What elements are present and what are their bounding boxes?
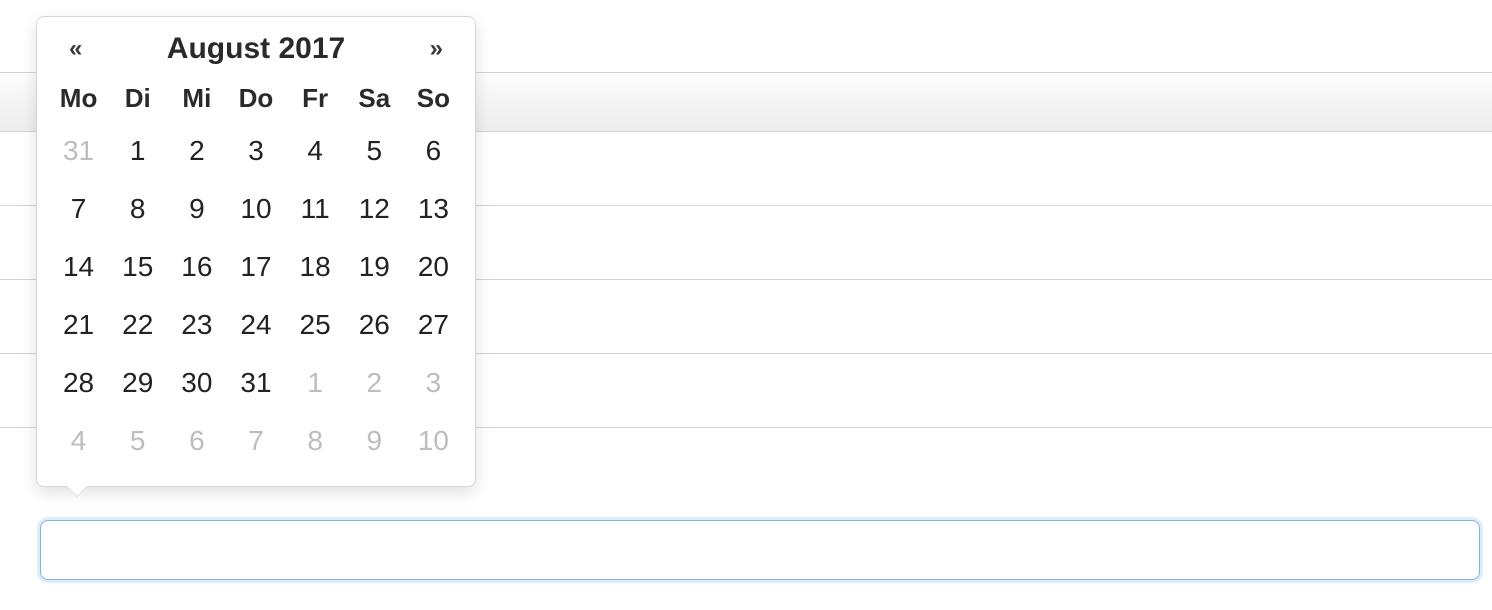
calendar-day[interactable]: 1 [108,122,167,180]
date-input[interactable] [40,520,1480,580]
calendar-day[interactable]: 10 [404,412,463,470]
calendar-day[interactable]: 24 [226,296,285,354]
weekday-header: Fr [286,73,345,122]
calendar-week: 28293031123 [49,354,463,412]
weekday-header: Di [108,73,167,122]
calendar-day[interactable]: 8 [108,180,167,238]
calendar-day[interactable]: 3 [404,354,463,412]
calendar-week: 78910111213 [49,180,463,238]
chevron-right-icon: » [430,35,443,62]
weekday-header: Do [226,73,285,122]
calendar-day[interactable]: 30 [167,354,226,412]
weekday-header: Mo [49,73,108,122]
calendar-day[interactable]: 7 [49,180,108,238]
datepicker-header: « August 2017 » [49,31,463,73]
calendar-day[interactable]: 22 [108,296,167,354]
calendar-day[interactable]: 26 [345,296,404,354]
calendar-day[interactable]: 6 [167,412,226,470]
calendar-day[interactable]: 12 [345,180,404,238]
calendar-day[interactable]: 4 [286,122,345,180]
calendar-grid: Mo Di Mi Do Fr Sa So 3112345678910111213… [49,73,463,470]
calendar-week: 45678910 [49,412,463,470]
calendar-day[interactable]: 5 [108,412,167,470]
calendar-day[interactable]: 7 [226,412,285,470]
prev-month-button[interactable]: « [59,31,92,67]
calendar-day[interactable]: 13 [404,180,463,238]
weekday-header: So [404,73,463,122]
calendar-day[interactable]: 31 [226,354,285,412]
calendar-day[interactable]: 16 [167,238,226,296]
calendar-day[interactable]: 20 [404,238,463,296]
calendar-day[interactable]: 9 [167,180,226,238]
calendar-day[interactable]: 27 [404,296,463,354]
next-month-button[interactable]: » [420,31,453,67]
calendar-day[interactable]: 6 [404,122,463,180]
calendar-week: 21222324252627 [49,296,463,354]
calendar-day[interactable]: 4 [49,412,108,470]
calendar-day[interactable]: 9 [345,412,404,470]
chevron-left-icon: « [69,35,82,62]
month-year-title[interactable]: August 2017 [92,32,419,66]
calendar-day[interactable]: 15 [108,238,167,296]
calendar-day[interactable]: 11 [286,180,345,238]
calendar-day[interactable]: 23 [167,296,226,354]
weekday-row: Mo Di Mi Do Fr Sa So [49,73,463,122]
calendar-day[interactable]: 14 [49,238,108,296]
calendar-week: 31123456 [49,122,463,180]
calendar-day[interactable]: 17 [226,238,285,296]
calendar-day[interactable]: 10 [226,180,285,238]
weekday-header: Sa [345,73,404,122]
calendar-day[interactable]: 5 [345,122,404,180]
calendar-day[interactable]: 19 [345,238,404,296]
calendar-day[interactable]: 18 [286,238,345,296]
calendar-day[interactable]: 8 [286,412,345,470]
calendar-day[interactable]: 2 [167,122,226,180]
calendar-day[interactable]: 21 [49,296,108,354]
calendar-day[interactable]: 31 [49,122,108,180]
calendar-day[interactable]: 3 [226,122,285,180]
datepicker-popover: « August 2017 » Mo Di Mi Do Fr Sa So 311… [36,16,476,487]
calendar-day[interactable]: 2 [345,354,404,412]
weekday-header: Mi [167,73,226,122]
calendar-day[interactable]: 25 [286,296,345,354]
calendar-week: 14151617181920 [49,238,463,296]
calendar-day[interactable]: 29 [108,354,167,412]
calendar-day[interactable]: 28 [49,354,108,412]
calendar-day[interactable]: 1 [286,354,345,412]
